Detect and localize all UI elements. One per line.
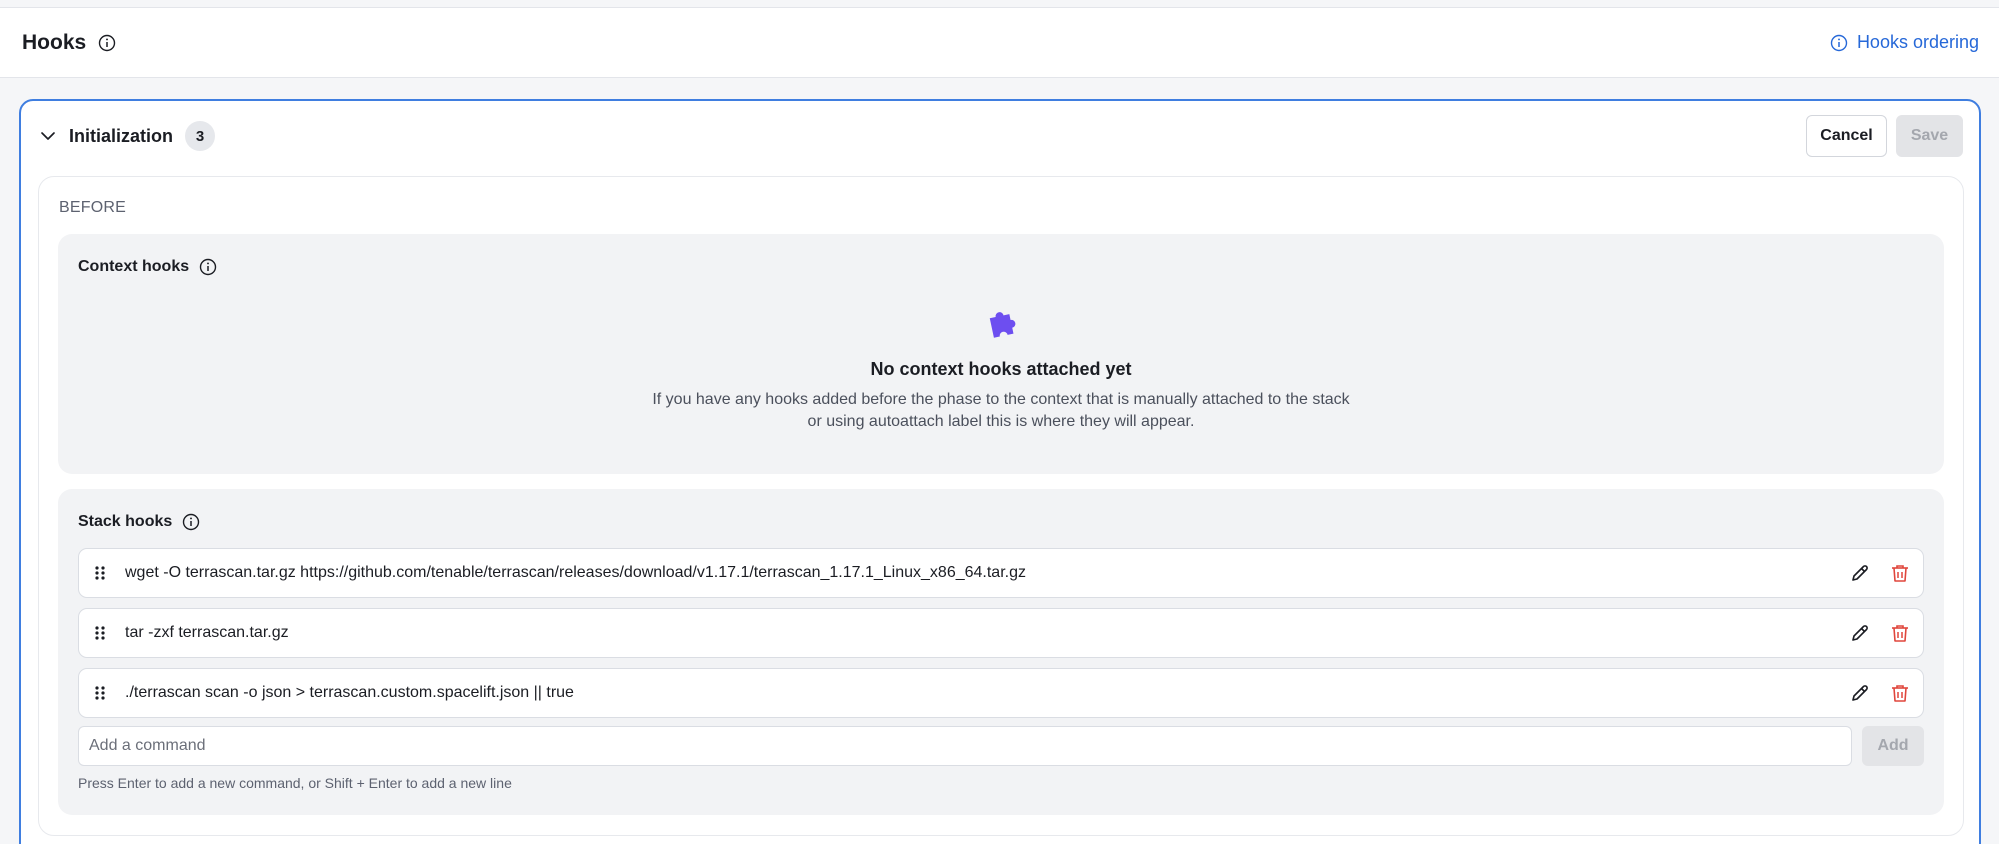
command-row: wget -O terrascan.tar.gz https://github.…: [78, 548, 1924, 598]
delete-icon[interactable]: [1889, 622, 1911, 644]
phase-container: BEFORE Context hooks No context hooks at…: [38, 176, 1964, 836]
puzzle-icon: [984, 306, 1018, 340]
top-strip: [0, 0, 1999, 8]
drag-handle-icon[interactable]: [93, 565, 107, 581]
command-text: tar -zxf terrascan.tar.gz: [125, 624, 289, 641]
save-button[interactable]: Save: [1896, 115, 1963, 157]
delete-icon[interactable]: [1889, 562, 1911, 584]
add-button[interactable]: Add: [1862, 726, 1924, 766]
section-header: Initialization 3 Cancel Save: [21, 101, 1979, 171]
empty-description-line: If you have any hooks added before the p…: [652, 391, 1350, 408]
info-icon[interactable]: [182, 513, 200, 531]
chevron-down-icon[interactable]: [39, 127, 57, 145]
empty-description: If you have any hooks added before the p…: [58, 389, 1944, 433]
add-command-input[interactable]: [78, 726, 1852, 766]
hooks-ordering-link[interactable]: Hooks ordering: [1830, 32, 1979, 53]
context-hooks-title: Context hooks: [78, 258, 190, 275]
page-title: Hooks: [22, 30, 87, 54]
initialization-section: Initialization 3 Cancel Save BEFORE Cont…: [19, 99, 1981, 844]
info-icon[interactable]: [199, 258, 217, 276]
context-hooks-panel: Context hooks No context hooks attached …: [58, 234, 1944, 474]
command-list: wget -O terrascan.tar.gz https://github.…: [78, 548, 1924, 728]
add-command-row: Add: [78, 726, 1924, 768]
page-header: Hooks Hooks ordering: [0, 8, 1999, 78]
delete-icon[interactable]: [1889, 682, 1911, 704]
count-badge: 3: [185, 121, 216, 151]
command-row: ./terrascan scan -o json > terrascan.cus…: [78, 668, 1924, 718]
command-row: tar -zxf terrascan.tar.gz: [78, 608, 1924, 658]
stack-hooks-title: Stack hooks: [78, 513, 173, 530]
phase-label: BEFORE: [59, 199, 126, 216]
edit-icon[interactable]: [1849, 622, 1871, 644]
input-hint: Press Enter to add a new command, or Shi…: [78, 775, 512, 791]
empty-description-line: or using autoattach label this is where …: [807, 413, 1195, 430]
hooks-ordering-label: Hooks ordering: [1856, 32, 1979, 52]
edit-icon[interactable]: [1849, 562, 1871, 584]
info-icon[interactable]: [98, 34, 116, 52]
info-icon: [1830, 34, 1848, 52]
drag-handle-icon[interactable]: [93, 685, 107, 701]
empty-state: No context hooks attached yet If you hav…: [58, 306, 1944, 433]
cancel-button[interactable]: Cancel: [1806, 115, 1887, 157]
stack-hooks-panel: Stack hooks wget -O terrascan.tar.gz htt…: [58, 489, 1944, 815]
section-title: Initialization: [69, 125, 174, 146]
empty-title: No context hooks attached yet: [870, 359, 1132, 379]
edit-icon[interactable]: [1849, 682, 1871, 704]
command-text: wget -O terrascan.tar.gz https://github.…: [125, 564, 1026, 581]
drag-handle-icon[interactable]: [93, 625, 107, 641]
command-text: ./terrascan scan -o json > terrascan.cus…: [125, 684, 574, 701]
